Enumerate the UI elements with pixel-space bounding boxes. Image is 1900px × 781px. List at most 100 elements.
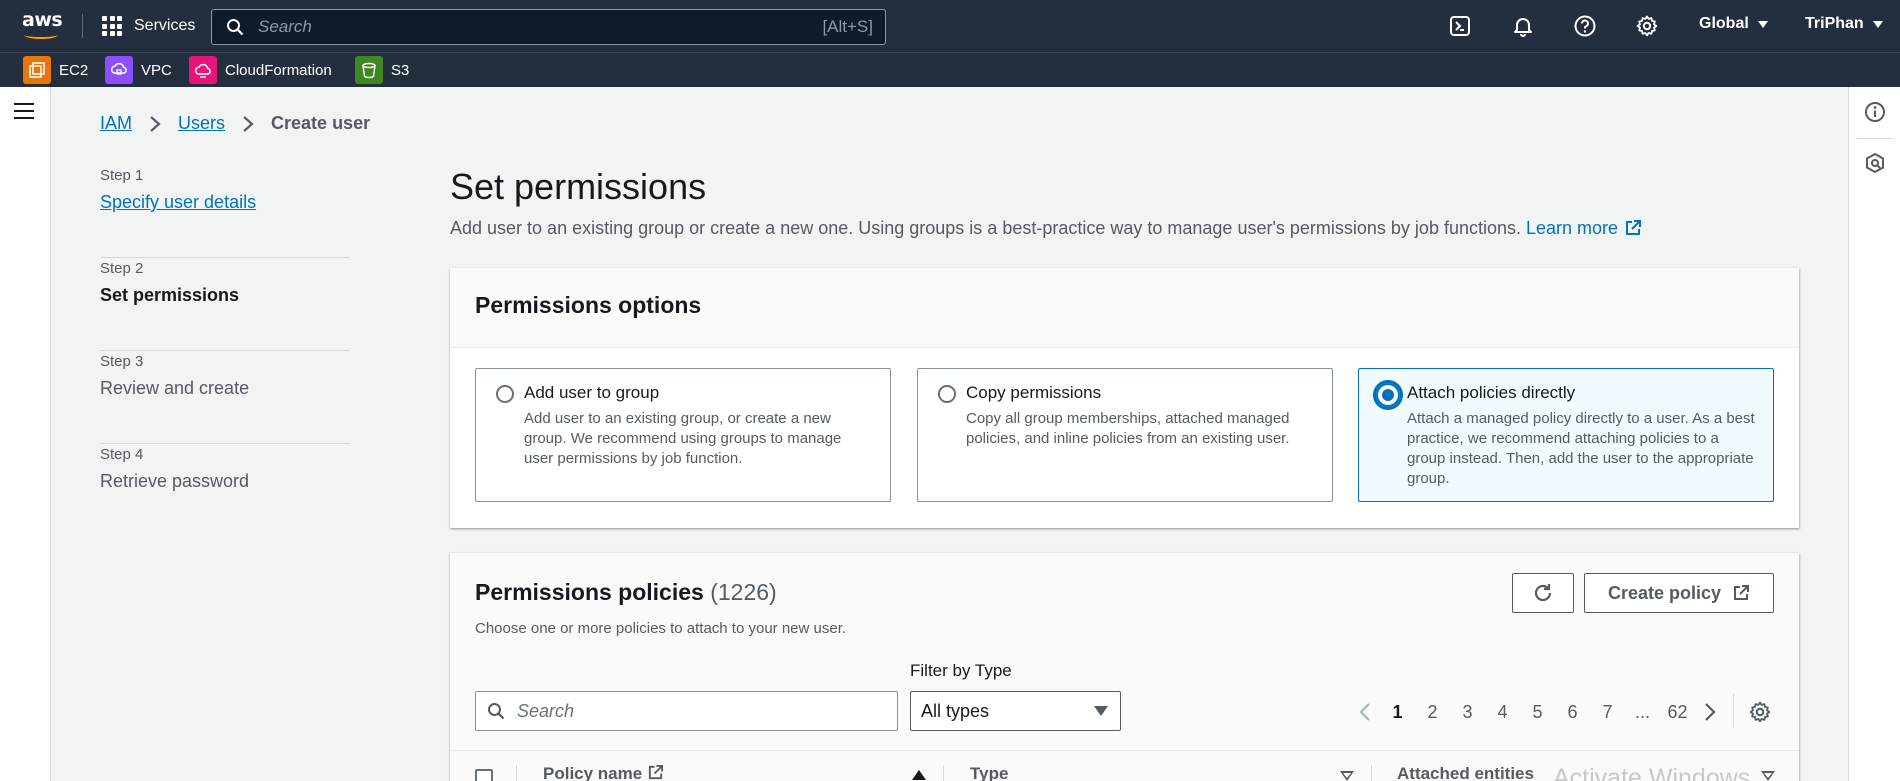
table-preferences-gear-icon[interactable] [1748,700,1772,724]
search-placeholder: Search [258,17,312,36]
region-selector[interactable]: Global [1699,15,1768,33]
radio-button[interactable] [938,385,956,403]
caret-down-icon [1094,706,1108,716]
activate-windows-watermark: Activate Windows [1553,764,1751,781]
policy-search-input[interactable]: Search [475,691,898,731]
notifications-icon[interactable] [1511,14,1535,38]
page-6[interactable]: 6 [1555,702,1590,723]
pagination-divider [1733,694,1734,728]
page-62[interactable]: 62 [1660,702,1695,723]
column-attached-entities[interactable]: Attached entities [1397,764,1534,781]
page-3[interactable]: 3 [1450,702,1485,723]
radio-button[interactable] [496,385,514,403]
page-4[interactable]: 4 [1485,702,1520,723]
wizard-step: Step 4 Retrieve password [100,444,350,537]
aws-logo[interactable]: aws [22,11,63,41]
filter-type-value: All types [921,700,990,721]
page-title: Set permissions [450,166,707,207]
caret-down-icon [1872,20,1883,28]
account-menu[interactable]: TriPhan [1805,15,1883,33]
external-link-icon [1626,220,1642,235]
page-ellipsis: ... [1634,701,1650,722]
favorite-s3[interactable]: S3 [355,56,410,84]
breadcrumb-users-link[interactable]: Users [178,113,225,134]
panel-header: Permissions options [450,268,1799,348]
column-type[interactable]: Type [970,764,1008,781]
column-policy-name[interactable]: Policy name [543,764,664,781]
next-page-button[interactable] [1695,702,1725,722]
option-copy-permissions[interactable]: Copy permissions Copy all group membersh… [917,368,1333,502]
favorite-label: S3 [391,61,410,79]
hamburger-menu-icon[interactable] [14,103,34,119]
policies-subtitle: Choose one or more policies to attach to… [475,620,847,637]
breadcrumb-iam-link[interactable]: IAM [100,113,132,134]
option-attach-policies-directly[interactable]: Attach policies directly Attach a manage… [1358,368,1774,502]
services-menu-button[interactable]: Services [102,14,195,38]
favorite-label: VPC [141,61,172,79]
option-title: Copy permissions [966,383,1102,402]
radio-button-checked[interactable] [1373,380,1403,410]
description-text: Add user to an existing group or create … [450,218,1521,238]
info-icon[interactable] [1863,100,1887,124]
permissions-options-panel: Permissions options Add user to group Ad… [450,268,1799,528]
favorite-ec2[interactable]: EC2 [23,56,89,84]
step-set-permissions-current: Set permissions [100,285,240,305]
rail-divider [1857,138,1893,139]
services-grid-icon [102,16,122,36]
services-label: Services [134,17,196,34]
global-search-input[interactable]: Search [Alt+S] [211,9,886,45]
wizard-step: Step 1 Specify user details [100,165,350,258]
option-description: Attach a managed policy directly to a us… [1407,410,1755,487]
create-policy-label: Create policy [1607,582,1722,603]
chevron-right-icon [150,115,161,132]
wizard-steps: Step 1 Specify user details Step 2 Set p… [100,165,350,537]
sort-icon[interactable] [1340,771,1354,781]
page-5[interactable]: 5 [1520,702,1555,723]
search-shortcut: [Alt+S] [822,17,873,36]
favorite-label: CloudFormation [225,61,332,79]
sort-icon[interactable] [1761,771,1775,781]
feedback-hexagon-icon[interactable] [1863,151,1887,175]
ec2-icon [23,56,51,84]
column-divider [1371,765,1372,781]
step-specify-user-details-link[interactable]: Specify user details [100,192,350,213]
settings-icon[interactable] [1635,14,1659,38]
left-navigation-rail [0,87,51,781]
search-placeholder: Search [517,700,575,721]
policies-title: Permissions policies [475,579,704,605]
refresh-button[interactable] [1512,573,1574,613]
filter-by-type-label: Filter by Type [910,661,1012,680]
permissions-options-heading: Permissions options [475,292,702,318]
aws-smile-icon [24,31,58,39]
external-link-icon [649,764,664,780]
favorite-vpc[interactable]: VPC [105,56,172,84]
page-1[interactable]: 1 [1380,702,1415,723]
step-retrieve-password: Retrieve password [100,471,250,491]
favorite-cloudformation[interactable]: CloudFormation [189,56,332,84]
chevron-right-icon [1705,703,1716,721]
search-icon [488,703,505,720]
create-policy-button[interactable]: Create policy [1584,573,1774,613]
option-title: Add user to group [524,383,660,402]
column-divider [516,765,517,781]
option-title: Attach policies directly [1407,383,1576,402]
filter-type-select[interactable]: All types [910,691,1121,731]
page-2[interactable]: 2 [1415,702,1450,723]
cloudshell-icon[interactable] [1448,14,1472,38]
select-all-checkbox[interactable] [475,769,493,781]
option-description: Add user to an existing group, or create… [524,410,842,467]
learn-more-link[interactable]: Learn more [1526,218,1642,238]
sort-ascending-icon[interactable] [912,770,926,780]
step-number: Step 1 [100,167,144,184]
caret-down-icon [1757,20,1768,28]
top-navigation: aws Services Search [Alt+S] Global TriPh… [0,0,1900,52]
step-number: Step 3 [100,353,144,370]
page-7[interactable]: 7 [1590,702,1625,723]
favorite-label: EC2 [59,61,89,79]
option-add-user-to-group[interactable]: Add user to group Add user to an existin… [475,368,891,502]
help-icon[interactable] [1573,14,1597,38]
external-link-icon [1734,585,1750,600]
s3-icon [355,56,383,84]
chevron-right-icon [243,115,254,132]
previous-page-button[interactable] [1350,702,1380,722]
